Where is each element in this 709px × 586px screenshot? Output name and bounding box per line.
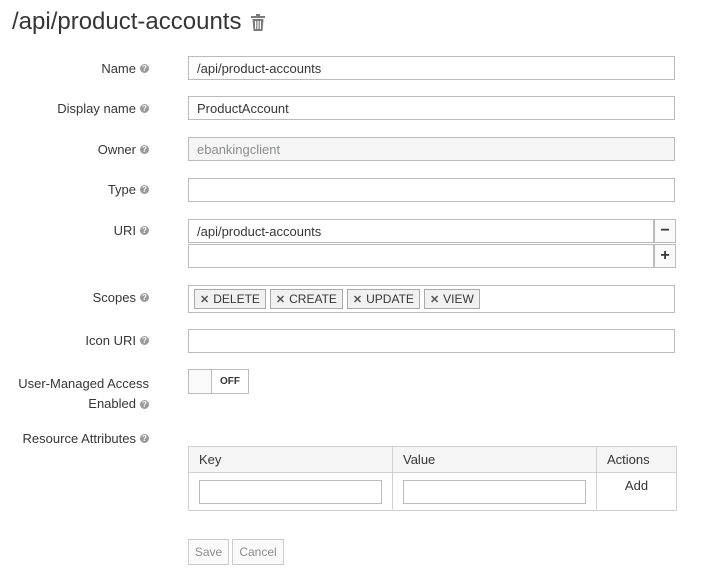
trash-icon[interactable] — [251, 13, 266, 31]
type-input[interactable] — [188, 178, 675, 202]
attribute-value-input[interactable] — [403, 479, 586, 504]
scopes-select[interactable]: ✕ DELETE ✕ CREATE ✕ UPDATE ✕ VIEW — [188, 285, 675, 313]
remove-scope-icon[interactable]: ✕ — [276, 293, 285, 306]
type-label: Type ? — [108, 182, 149, 197]
name-input[interactable]: /api/product-accounts — [188, 56, 675, 80]
scope-chip[interactable]: ✕ CREATE — [269, 289, 343, 309]
help-icon[interactable]: ? — [140, 293, 149, 302]
column-header-key: Key — [188, 446, 393, 473]
icon-uri-input[interactable] — [188, 329, 675, 353]
uri-input-new[interactable] — [188, 244, 654, 268]
help-icon[interactable]: ? — [140, 434, 149, 443]
key-cell — [188, 472, 393, 511]
actions-cell: Add — [596, 472, 677, 511]
add-attribute-button[interactable]: Add — [625, 478, 648, 493]
remove-scope-icon[interactable]: ✕ — [353, 293, 362, 306]
uma-label: User-Managed Access Enabled ? — [18, 376, 149, 411]
remove-scope-icon[interactable]: ✕ — [430, 293, 439, 306]
save-button[interactable]: Save — [188, 539, 229, 565]
help-icon[interactable]: ? — [140, 399, 149, 409]
page-title: /api/product-accounts — [12, 8, 266, 36]
remove-uri-button[interactable]: − — [654, 219, 676, 243]
add-uri-button[interactable]: + — [654, 244, 676, 268]
help-icon[interactable]: ? — [140, 226, 149, 235]
scope-chip[interactable]: ✕ VIEW — [423, 289, 480, 309]
icon-uri-label: Icon URI ? — [85, 333, 149, 348]
display-name-label: Display name ? — [57, 101, 149, 116]
page-title-text: /api/product-accounts — [12, 8, 242, 35]
help-icon[interactable]: ? — [140, 64, 149, 73]
toggle-state: OFF — [220, 376, 240, 387]
uri-label: URI ? — [114, 223, 149, 238]
help-icon[interactable]: ? — [140, 185, 149, 194]
value-cell — [392, 472, 597, 511]
table-header-row: Key Value Actions — [188, 446, 677, 473]
column-header-value: Value — [392, 446, 597, 473]
table-row: Add — [188, 472, 677, 511]
help-icon[interactable]: ? — [140, 145, 149, 154]
display-name-input[interactable]: ProductAccount — [188, 96, 675, 120]
scopes-label: Scopes ? — [93, 290, 149, 305]
owner-input: ebankingclient — [188, 137, 675, 161]
attribute-key-input[interactable] — [199, 479, 382, 504]
help-icon[interactable]: ? — [140, 104, 149, 113]
cancel-button[interactable]: Cancel — [232, 539, 284, 565]
attributes-table: Key Value Actions Add — [188, 446, 677, 511]
uma-toggle[interactable]: OFF — [188, 369, 249, 394]
resource-attributes-label: Resource Attributes ? — [23, 431, 149, 446]
name-label: Name ? — [101, 61, 149, 76]
uri-input[interactable]: /api/product-accounts — [188, 219, 654, 243]
column-header-actions: Actions — [596, 446, 677, 473]
owner-label: Owner ? — [98, 142, 149, 157]
scope-chip[interactable]: ✕ DELETE — [194, 289, 266, 309]
scope-chip[interactable]: ✕ UPDATE — [346, 289, 420, 309]
help-icon[interactable]: ? — [140, 336, 149, 345]
remove-scope-icon[interactable]: ✕ — [200, 293, 209, 306]
toggle-knob — [189, 370, 212, 393]
